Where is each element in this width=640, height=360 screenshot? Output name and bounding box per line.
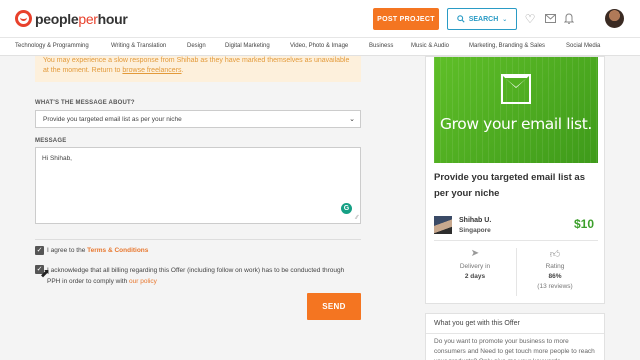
offer-info-title: What you get with this Offer <box>434 320 520 327</box>
logo-text: peopleperhour <box>35 10 128 27</box>
browse-freelancers-link[interactable]: browse freelancers <box>122 67 181 74</box>
send-button[interactable]: SEND <box>307 293 361 320</box>
thumbs-up-icon: 👍︎ <box>549 249 561 260</box>
message-about-value: Provide you targeted email list as per y… <box>43 116 182 123</box>
search-button[interactable]: SEARCH ⌄ <box>447 8 517 30</box>
category-digital-marketing[interactable]: Digital Marketing <box>225 43 270 49</box>
message-label: MESSAGE <box>35 138 67 144</box>
mail-icon[interactable] <box>543 12 557 26</box>
terms-agreement-text: I agree to the Terms & Conditions <box>47 247 149 254</box>
heart-icon[interactable]: ♡ <box>523 12 537 26</box>
rating-reviews: (13 reviews) <box>537 283 573 290</box>
banner-text: Grow your email list. <box>440 115 592 133</box>
category-design[interactable]: Design <box>187 43 206 49</box>
divider <box>35 239 361 240</box>
divider <box>426 333 604 334</box>
billing-agreement-text: I acknowledge that all billing regarding… <box>47 267 345 285</box>
mouse-cursor-icon: ⬈ <box>40 266 51 280</box>
top-navbar: peopleperhour POST PROJECT SEARCH ⌄ ♡ <box>0 0 640 38</box>
offer-info-card: What you get with this Offer Do you want… <box>425 313 605 360</box>
chevron-down-icon: ⌄ <box>502 16 508 23</box>
rating-value: 86% <box>548 273 562 280</box>
grammarly-icon[interactable]: G <box>341 203 352 214</box>
our-policy-link[interactable]: our policy <box>129 278 157 285</box>
terms-conditions-link[interactable]: Terms & Conditions <box>87 247 148 254</box>
category-writing[interactable]: Writing & Translation <box>111 43 166 49</box>
notice-text: You may experience a slow response from … <box>43 57 350 74</box>
category-video-photo[interactable]: Video, Photo & Image <box>290 43 348 49</box>
seller-location: Singapore <box>459 227 491 234</box>
offer-banner-image[interactable]: Grow your email list. <box>434 57 598 163</box>
offer-info-body: Do you want to promote your business to … <box>434 338 595 360</box>
search-icon <box>456 15 465 23</box>
divider <box>516 248 517 296</box>
user-avatar[interactable] <box>605 9 624 28</box>
logo-icon <box>15 10 32 27</box>
divider <box>434 240 598 241</box>
category-marketing-branding[interactable]: Marketing, Branding & Sales <box>469 43 545 49</box>
delivery-label: Delivery in <box>459 263 491 270</box>
rating-label: Rating <box>545 263 565 270</box>
message-textarea[interactable]: Hi Shihab, G ∕∕ <box>35 147 361 224</box>
delivery-value: 2 days <box>464 273 486 280</box>
message-about-select[interactable]: Provide you targeted email list as per y… <box>35 110 361 128</box>
seller-name[interactable]: Shihab U. <box>459 217 491 224</box>
unavailable-notice: You may experience a slow response from … <box>35 56 361 82</box>
category-bar: Technology & Programming Writing & Trans… <box>0 38 640 56</box>
offer-price: $10 <box>574 217 595 231</box>
terms-checkbox[interactable]: ✓ <box>35 246 44 255</box>
chevron-down-icon: ⌄ <box>349 116 355 123</box>
category-technology[interactable]: Technology & Programming <box>15 43 89 49</box>
paper-plane-icon: ➤ <box>470 248 480 259</box>
offer-title[interactable]: Provide you targeted email list as per y… <box>434 170 599 202</box>
search-label: SEARCH <box>468 15 499 23</box>
message-text: Hi Shihab, <box>42 155 72 162</box>
category-social-media[interactable]: Social Media <box>566 43 600 49</box>
envelope-icon <box>501 74 531 104</box>
site-logo[interactable]: peopleperhour <box>15 10 128 27</box>
offer-card: Grow your email list. Provide you target… <box>425 56 605 304</box>
message-about-label: WHAT'S THE MESSAGE ABOUT? <box>35 100 135 106</box>
post-project-button[interactable]: POST PROJECT <box>373 8 439 30</box>
category-music-audio[interactable]: Music & Audio <box>411 43 449 49</box>
bell-icon[interactable] <box>562 12 576 26</box>
resize-handle-icon[interactable]: ∕∕ <box>356 215 358 221</box>
category-business[interactable]: Business <box>369 43 393 49</box>
seller-avatar[interactable] <box>434 216 452 234</box>
